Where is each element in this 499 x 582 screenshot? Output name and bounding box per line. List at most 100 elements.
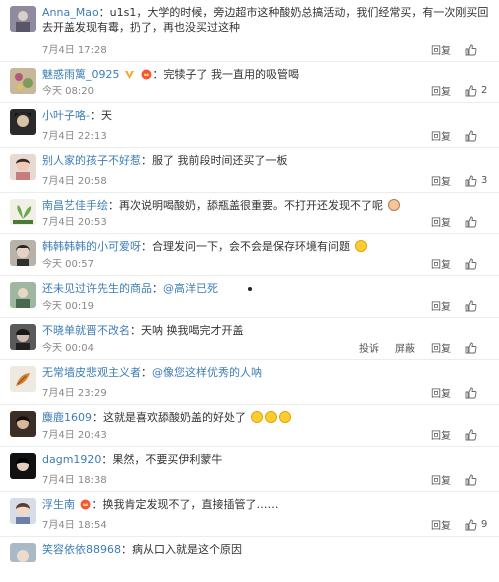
like-button[interactable]: [465, 300, 489, 312]
comment-username[interactable]: dagm1920: [42, 453, 101, 466]
comment-username[interactable]: 魅惑雨篱_0925: [42, 68, 120, 81]
comment-date: 今天 00:04: [42, 343, 94, 354]
comment-item: dagm1920：果然，不要买伊利蒙牛 7月4日 18:38 回复: [0, 447, 499, 492]
comment-item: Anna_Mao：u1s1，大学的时候，旁边超市这种酸奶总搞活动，我们经常买，有…: [0, 0, 499, 62]
like-button[interactable]: [465, 216, 489, 228]
avatar[interactable]: [10, 6, 36, 32]
comment-text-line: 不晓单就晋不改名：天呐 换我喝完才开盖: [42, 324, 244, 337]
comment-date: 7月4日 23:29: [42, 388, 107, 399]
comment-text-line: 魅惑雨篱_0925 ：完犊子了 我一直用的吸管喝: [42, 68, 299, 81]
comment-username[interactable]: 浮生南: [42, 498, 75, 511]
reply-button[interactable]: 回复: [431, 340, 451, 355]
comment-actions: 回复 2: [415, 83, 489, 98]
comment-text-line: dagm1920：果然，不要买伊利蒙牛: [42, 453, 223, 466]
like-count: 2: [481, 85, 488, 96]
comment-username[interactable]: 还未见过许先生的商品: [42, 282, 152, 295]
thumbs-up-icon: [465, 474, 477, 485]
comment-actions: 回复 9: [415, 517, 489, 532]
comment-text: 果然，不要买伊利蒙牛: [112, 453, 223, 466]
avatar[interactable]: [10, 68, 36, 94]
comment-text: 再次说明喝酸奶，舔瓶盖很重要。不打开还发现不了呢: [119, 199, 383, 212]
comment-actions: 回复: [415, 298, 489, 313]
like-count: 3: [481, 175, 488, 186]
comment-text: 这就是喜欢舔酸奶盖的好处了: [103, 411, 246, 424]
comment-text: u1s1，大学的时候，旁边超市这种酸奶总搞活动，我们经常买，有一次刚买回去开盖发…: [42, 6, 489, 34]
comment-item: 南昌艺佳手绘：再次说明喝酸奶，舔瓶盖很重要。不打开还发现不了呢 7月4日 20:…: [0, 193, 499, 234]
comment-text-line: 无常墙皮悲观主义者：@像您这样优秀的人呐: [42, 366, 262, 379]
member-crown-icon: [141, 69, 151, 80]
comment-date: 7月4日 17:28: [42, 45, 107, 56]
comment-username[interactable]: Anna_Mao: [42, 6, 99, 19]
comment-text: 天呐 换我喝完才开盖: [141, 324, 244, 337]
comment-date: 7月4日 20:53: [42, 217, 107, 228]
reply-button[interactable]: 回复: [431, 128, 451, 143]
avatar[interactable]: [10, 411, 36, 437]
block-button[interactable]: 屏蔽: [395, 340, 415, 355]
scroll-indicator-dot: [248, 287, 252, 291]
comment-text-line: 麋鹿1609：这就是喜欢舔酸奶盖的好处了: [42, 410, 491, 425]
comment-username[interactable]: 韩韩韩韩的小可爱呀: [42, 240, 141, 253]
reply-button[interactable]: 回复: [431, 214, 451, 229]
comment-date: 7月4日 22:13: [42, 131, 107, 142]
like-button[interactable]: [465, 474, 489, 486]
like-button[interactable]: 9: [465, 519, 489, 531]
comment-date: 今天 00:57: [42, 259, 94, 270]
avatar[interactable]: [10, 199, 36, 225]
thumbs-up-icon: [465, 300, 477, 311]
laughing-emoji-icon: [264, 411, 277, 423]
like-button[interactable]: [465, 130, 489, 142]
reply-button[interactable]: 回复: [431, 427, 451, 442]
reply-button[interactable]: 回复: [431, 83, 451, 98]
comment-username[interactable]: 别人家的孩子不好惹: [42, 154, 141, 167]
mention-link[interactable]: @高洋已死: [163, 282, 218, 295]
reply-button[interactable]: 回复: [431, 256, 451, 271]
comment-username[interactable]: 南昌艺佳手绘: [42, 199, 108, 212]
comment-text-line: 笑容依依88968：病从口入就是这个原因: [42, 543, 242, 556]
comment-username[interactable]: 麋鹿1609: [42, 411, 92, 424]
reply-button[interactable]: 回复: [431, 472, 451, 487]
reply-button[interactable]: 回复: [431, 517, 451, 532]
laughing-emoji-icon: [250, 411, 263, 423]
comment-text-line: 还未见过许先生的商品：@高洋已死: [42, 282, 218, 295]
thumbs-up-icon: [465, 387, 477, 398]
like-button[interactable]: 2: [465, 85, 489, 97]
comment-text-line: 别人家的孩子不好惹：服了 我前段时间还买了一板: [42, 154, 288, 167]
like-button[interactable]: [465, 429, 489, 441]
mention-link[interactable]: @像您这样优秀的人呐: [152, 366, 262, 379]
comment-date: 7月4日 18:54: [42, 520, 107, 531]
avatar[interactable]: [10, 282, 36, 308]
comment-username[interactable]: 笑容依依88968: [42, 543, 121, 556]
like-button[interactable]: 3: [465, 175, 489, 187]
comment-username[interactable]: 无常墙皮悲观主义者: [42, 366, 141, 379]
like-button[interactable]: [465, 387, 489, 399]
comment-username[interactable]: 不晓单就晋不改名: [42, 324, 130, 337]
thumbs-up-icon: [465, 519, 477, 530]
avatar[interactable]: [10, 154, 36, 180]
avatar[interactable]: [10, 543, 36, 562]
laughing-emoji-icon: [278, 411, 291, 423]
comment-text-line: Anna_Mao：u1s1，大学的时候，旁边超市这种酸奶总搞活动，我们经常买，有…: [42, 6, 489, 34]
reply-button[interactable]: 回复: [431, 173, 451, 188]
comment-text: 合理发问一下，会不会是保存环境有问题: [152, 240, 350, 253]
thumbs-up-icon: [465, 44, 477, 55]
avatar[interactable]: [10, 109, 36, 135]
like-button[interactable]: [465, 258, 489, 270]
comment-actions: 回复: [415, 42, 489, 57]
like-count: 9: [481, 519, 488, 530]
avatar[interactable]: [10, 453, 36, 479]
report-button[interactable]: 投诉: [359, 340, 379, 355]
avatar[interactable]: [10, 498, 36, 524]
reply-button[interactable]: 回复: [431, 298, 451, 313]
like-button[interactable]: [465, 342, 489, 354]
avatar[interactable]: [10, 324, 36, 350]
reply-button[interactable]: 回复: [431, 385, 451, 400]
thumbs-up-icon: [465, 258, 477, 269]
comment-date: 7月4日 20:58: [42, 176, 107, 187]
reply-button[interactable]: 回复: [431, 42, 451, 57]
comment-actions: 回复: [415, 128, 489, 143]
face-emoji-icon: [387, 199, 400, 211]
avatar[interactable]: [10, 240, 36, 266]
avatar[interactable]: [10, 366, 36, 392]
comment-username[interactable]: 小叶子咯-: [42, 109, 90, 122]
like-button[interactable]: [465, 44, 489, 56]
